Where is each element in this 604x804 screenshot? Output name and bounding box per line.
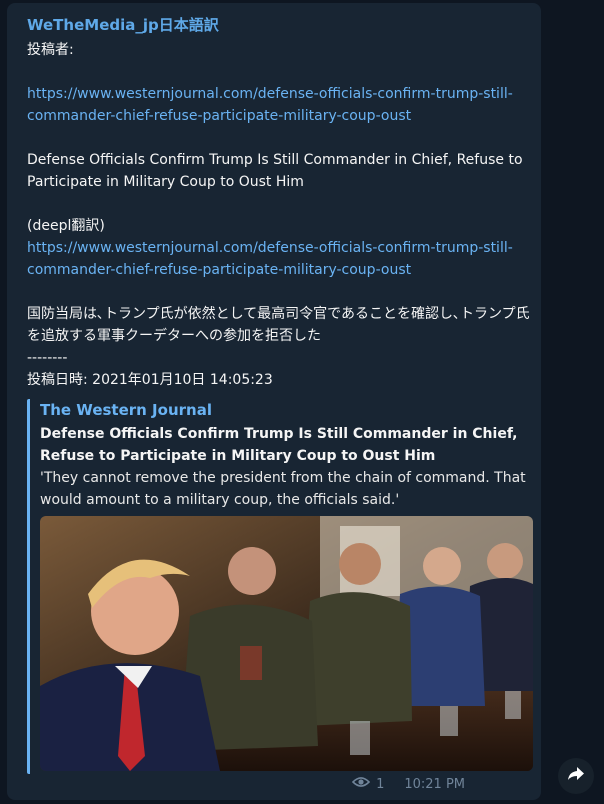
sender-name[interactable]: WeTheMedia_jp日本語訳 [27, 14, 219, 35]
message-time: 10:21 PM [404, 776, 465, 792]
posted-at: 投稿日時: 2021年01月10日 14:05:23 [27, 372, 273, 388]
link-preview[interactable]: The Western Journal Defense Officials Co… [27, 399, 535, 774]
preview-title: Defense Officials Confirm Trump Is Still… [40, 426, 518, 464]
headline-japanese: 国防当局は､トランプ氏が依然として最高司令官であることを確認し､トランプ氏を追放… [27, 306, 530, 344]
article-link-2[interactable]: https://www.westernjournal.com/defense-o… [27, 240, 513, 278]
view-count: 1 [376, 776, 385, 792]
message-meta: 1 10:21 PM [351, 776, 465, 792]
separator: -------- [27, 350, 68, 366]
message-text: 投稿者: https://www.westernjournal.com/defe… [27, 39, 532, 391]
share-button[interactable] [558, 758, 594, 794]
message-bubble: WeTheMedia_jp日本語訳 投稿者: https://www.weste… [7, 3, 541, 800]
share-arrow-icon [567, 766, 585, 786]
eye-icon [351, 776, 371, 792]
preview-description: 'They cannot remove the president from t… [40, 470, 526, 508]
translation-label: (deepl翻訳) [27, 218, 105, 234]
posted-by-label: 投稿者: [27, 42, 74, 58]
headline-english: Defense Officials Confirm Trump Is Still… [27, 152, 523, 190]
preview-image[interactable] [40, 516, 533, 771]
preview-photo-illustration [40, 516, 533, 771]
article-link-1[interactable]: https://www.westernjournal.com/defense-o… [27, 86, 513, 124]
preview-site-name: The Western Journal [40, 401, 212, 419]
